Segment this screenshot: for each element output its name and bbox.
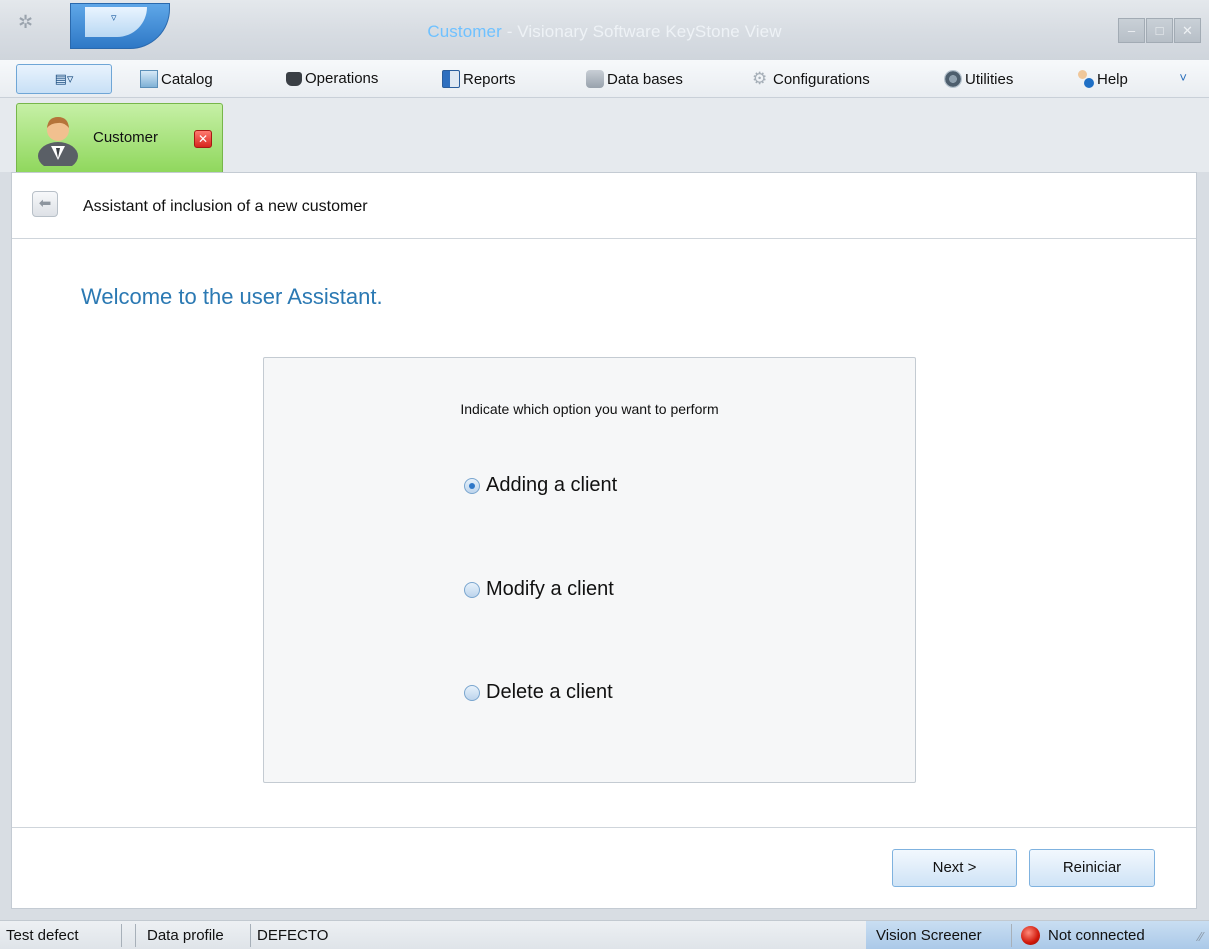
status-separator — [1011, 924, 1012, 947]
welcome-heading: Welcome to the user Assistant. — [81, 284, 383, 309]
menu-item-label: Configurations — [773, 70, 870, 88]
menu-overflow-chevron-icon[interactable]: ˅ — [1179, 70, 1187, 85]
window-title-module: Customer — [427, 22, 502, 41]
reset-button[interactable]: Reiniciar — [1029, 849, 1155, 887]
help-info-glyph — [1084, 78, 1094, 88]
assistant-header: ⬅ Assistant of inclusion of a new custom… — [12, 173, 1196, 239]
status-test-defect: Test defect — [6, 927, 79, 944]
back-arrow-icon[interactable]: ⬅ — [32, 191, 58, 217]
menu-item-data-bases[interactable]: Data bases — [586, 70, 683, 88]
menu-item-label: Utilities — [965, 70, 1014, 88]
gear-icon: ⚙ — [752, 69, 768, 88]
option-adding-client[interactable]: Adding a client — [464, 474, 617, 497]
tab-label: Customer — [93, 129, 159, 146]
menu-item-configurations[interactable]: ⚙ Configurations — [752, 70, 870, 88]
maximize-button[interactable]: □ — [1146, 18, 1173, 43]
options-box: Indicate which option you want to perfor… — [263, 357, 916, 783]
window-title-app: - Visionary Software KeyStone View — [501, 22, 782, 41]
menu-item-label: Help — [1097, 70, 1128, 88]
option-label: Delete a client — [486, 681, 613, 703]
menu-item-label: Reports — [463, 70, 516, 88]
status-bar: Test defect Data profile DEFECTO Vision … — [0, 920, 1209, 949]
status-vision-screener[interactable]: Vision Screener — [876, 927, 982, 944]
utilities-icon — [944, 70, 962, 88]
status-separator — [121, 924, 122, 947]
status-connection: Not connected — [1048, 927, 1145, 944]
title-bar: ✲ ▿ Customer - Visionary Software KeySto… — [0, 0, 1209, 60]
menu-item-reports[interactable]: Reports — [442, 70, 516, 88]
catalog-icon — [140, 70, 158, 88]
menu-item-catalog[interactable]: Catalog — [140, 70, 213, 88]
database-icon — [586, 70, 604, 88]
option-label: Adding a client — [486, 474, 618, 496]
panel-toggle-button[interactable]: ▤▿ — [16, 64, 112, 94]
status-data-profile-label: Data profile — [147, 927, 224, 944]
minimize-button[interactable]: – — [1118, 18, 1145, 43]
menu-bar: ▤▿ Catalog Operations Reports Data bases… — [0, 60, 1209, 98]
tab-row: Customer ✕ — [0, 98, 1209, 173]
connection-status-icon — [1021, 926, 1040, 945]
radio-button[interactable] — [464, 581, 480, 598]
close-window-button[interactable]: ✕ — [1174, 18, 1201, 43]
option-label: Modify a client — [486, 578, 614, 600]
assistant-panel: ⬅ Assistant of inclusion of a new custom… — [11, 172, 1197, 909]
resize-grip-icon[interactable]: ⁄⁄ — [1199, 929, 1203, 944]
connection-status-area: Vision Screener Not connected ⁄⁄ — [866, 921, 1209, 949]
options-prompt: Indicate which option you want to perfor… — [460, 401, 719, 417]
assistant-title: Assistant of inclusion of a new customer — [83, 198, 368, 215]
status-data-profile-value: DEFECTO — [257, 927, 329, 944]
status-separator — [250, 924, 251, 947]
menu-item-utilities[interactable]: Utilities — [944, 70, 1013, 88]
menu-item-label: Operations — [305, 70, 379, 87]
next-button[interactable]: Next > — [892, 849, 1017, 887]
help-icon — [1076, 70, 1094, 88]
menu-item-label: Data bases — [607, 70, 683, 88]
footer-divider — [12, 827, 1196, 828]
reports-icon — [442, 70, 460, 88]
tab-close-icon[interactable]: ✕ — [194, 130, 212, 148]
menu-item-label: Catalog — [161, 70, 213, 88]
radio-button-checked[interactable] — [464, 477, 480, 494]
user-avatar-icon — [38, 117, 78, 166]
window-title: Customer - Visionary Software KeyStone V… — [0, 22, 1209, 42]
status-separator — [135, 924, 136, 947]
menu-item-help[interactable]: Help — [1076, 70, 1128, 88]
radio-button[interactable] — [464, 684, 480, 701]
operations-icon — [286, 71, 302, 86]
window-controls: – □ ✕ — [1118, 18, 1201, 43]
option-modify-client[interactable]: Modify a client — [464, 578, 614, 601]
menu-item-operations[interactable]: Operations — [286, 70, 378, 87]
option-delete-client[interactable]: Delete a client — [464, 681, 613, 704]
tab-customer[interactable]: Customer ✕ — [16, 103, 223, 173]
